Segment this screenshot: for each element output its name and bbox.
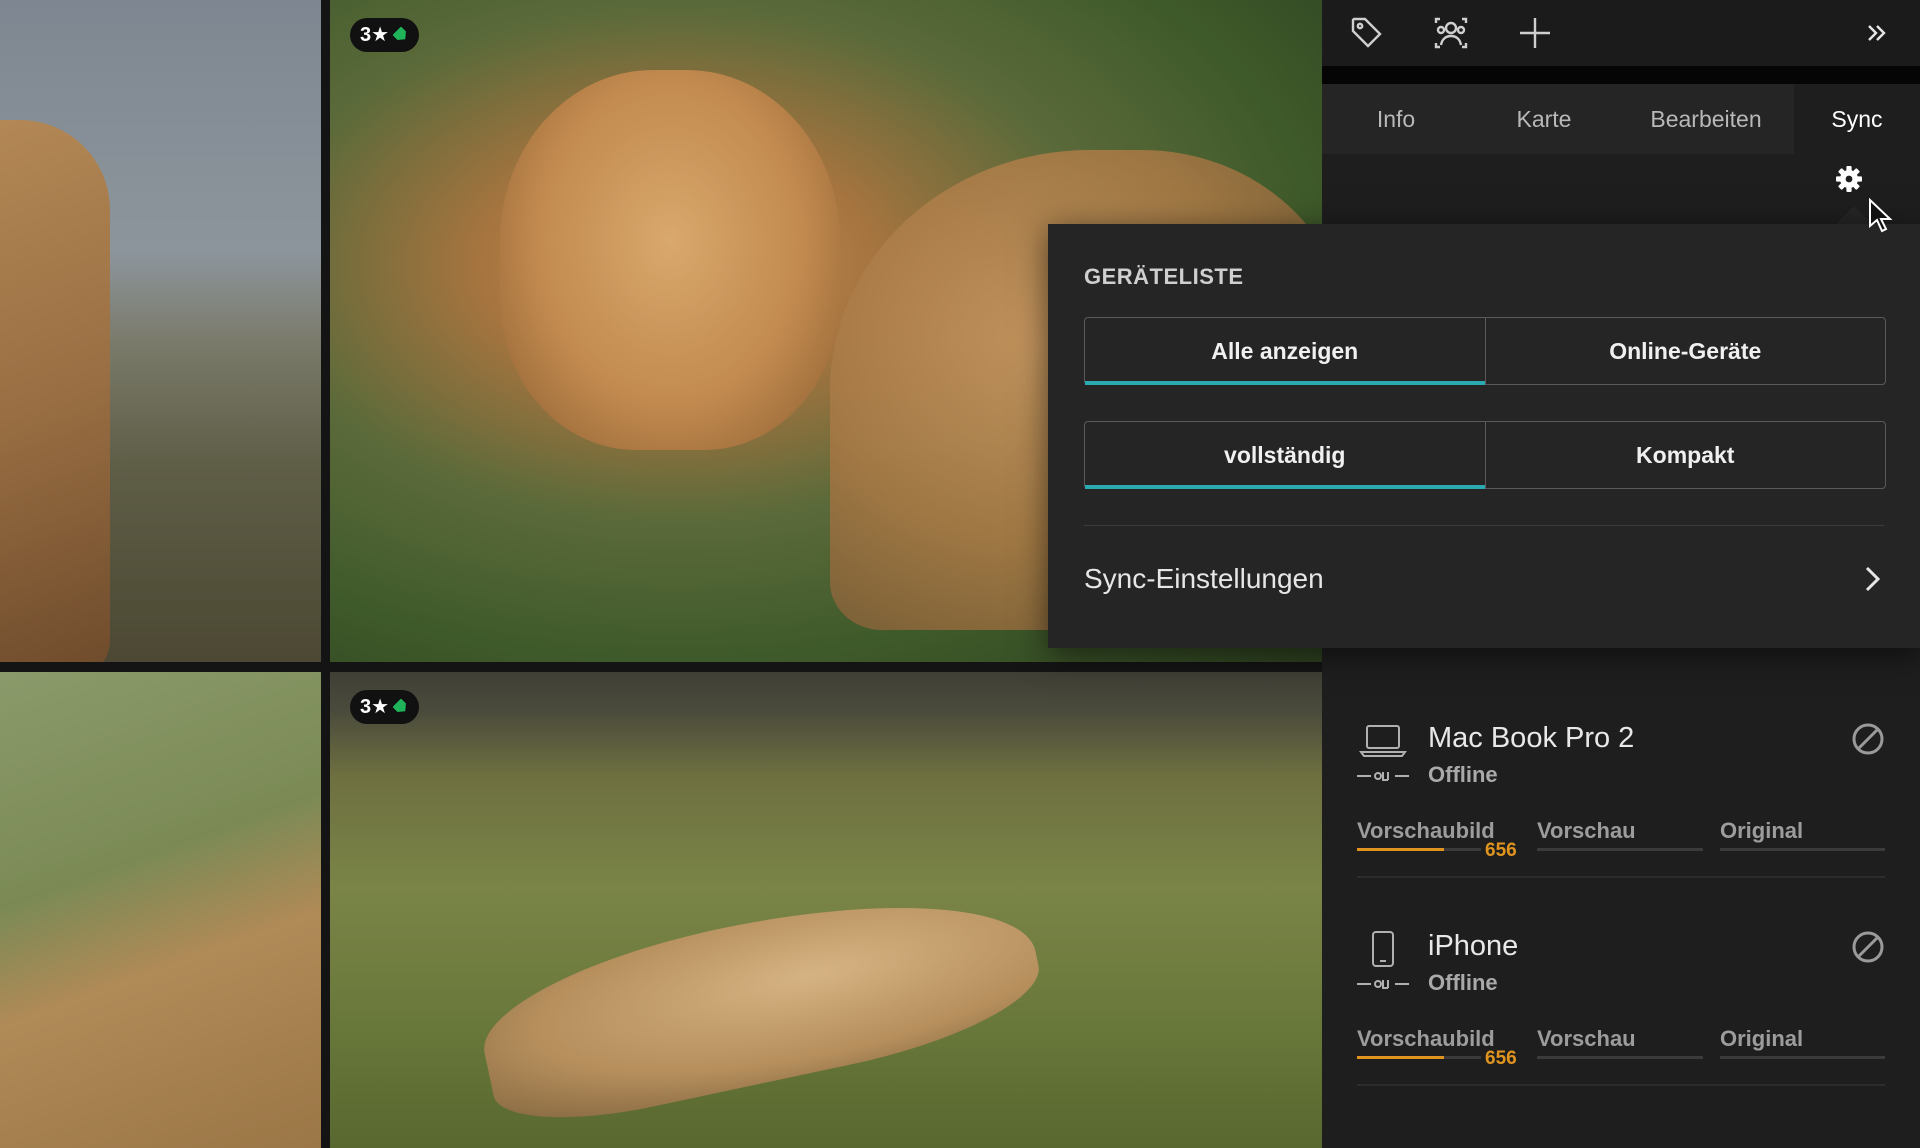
lion-shape [0, 120, 110, 662]
plus-icon[interactable] [1514, 12, 1556, 54]
inspector-tabs: Info Karte Bearbeiten Sync [1322, 84, 1920, 154]
row-divider [1357, 876, 1885, 878]
green-tag-icon [393, 699, 407, 712]
device-name: iPhone [1428, 930, 1519, 962]
rating-badge: 3★ [350, 18, 420, 52]
device-name: Mac Book Pro 2 [1428, 722, 1635, 754]
photo-cheetah-closeup[interactable] [0, 672, 321, 1148]
column-label: Vorschaubild [1357, 818, 1495, 843]
preview-progress-bar [1537, 1056, 1703, 1059]
laptop-icon [1357, 725, 1409, 781]
sync-settings-label: Sync-Einstellungen [1084, 563, 1324, 594]
original-progress-bar [1720, 848, 1885, 851]
blocked-icon[interactable] [1851, 722, 1885, 756]
thumbnail-progress-bar [1357, 848, 1481, 851]
panel-toolbar [1322, 0, 1920, 66]
tab-sync[interactable]: Sync [1794, 84, 1920, 154]
blocked-icon[interactable] [1851, 930, 1885, 964]
tag-icon[interactable] [1346, 12, 1388, 54]
popover-title: GERÄTELISTE [1084, 264, 1244, 289]
thumbnail-progress-bar [1357, 1056, 1481, 1059]
rating-text: 3★ [360, 696, 390, 718]
people-icon[interactable] [1430, 12, 1472, 54]
green-tag-icon [393, 27, 407, 40]
row-divider [1357, 1084, 1885, 1086]
sync-settings-link[interactable]: Sync-Einstellungen [1084, 526, 1884, 632]
rating-text: 3★ [360, 24, 390, 46]
device-list-popover: GERÄTELISTE Alle anzeigen Online-Geräte … [1048, 224, 1920, 648]
column-label: Original [1720, 818, 1804, 843]
view-mode-segmented-control: vollständig Kompakt [1084, 421, 1886, 489]
device-filter-segmented-control: Alle anzeigen Online-Geräte [1084, 317, 1886, 385]
option-full[interactable]: vollständig [1085, 422, 1485, 489]
gear-icon[interactable] [1834, 164, 1864, 194]
preview-progress-bar [1537, 848, 1703, 851]
tab-karte[interactable]: Karte [1470, 84, 1618, 154]
double-chevron-right-icon[interactable] [1856, 12, 1898, 54]
tab-info[interactable]: Info [1322, 84, 1470, 154]
option-show-all[interactable]: Alle anzeigen [1085, 318, 1485, 385]
column-label: Original [1720, 1026, 1804, 1051]
column-label: Vorschau [1537, 818, 1636, 843]
popover-arrow [1836, 206, 1872, 224]
thumbnail-count: 656 [1485, 840, 1517, 861]
device-status: Offline [1428, 762, 1498, 787]
option-compact[interactable]: Kompakt [1484, 422, 1886, 488]
running-cheetah-shape [469, 865, 1051, 1139]
thumbnail-count: 656 [1485, 1048, 1517, 1069]
chevron-right-icon [1865, 566, 1881, 592]
column-label: Vorschaubild [1357, 1026, 1495, 1051]
photo-cheetah-running[interactable]: 3★ [330, 672, 1322, 1148]
rating-badge: 3★ [350, 690, 420, 724]
mouse-cursor-icon [1869, 198, 1893, 233]
cheetah-head-shape [500, 70, 840, 450]
toolbar-divider [1322, 66, 1920, 84]
device-status: Offline [1428, 970, 1498, 995]
option-online-devices[interactable]: Online-Geräte [1484, 318, 1886, 384]
phone-icon [1357, 931, 1409, 989]
column-label: Vorschau [1537, 1026, 1636, 1051]
tab-bearbeiten[interactable]: Bearbeiten [1618, 84, 1794, 154]
photo-lion[interactable] [0, 0, 321, 662]
original-progress-bar [1720, 1056, 1885, 1059]
